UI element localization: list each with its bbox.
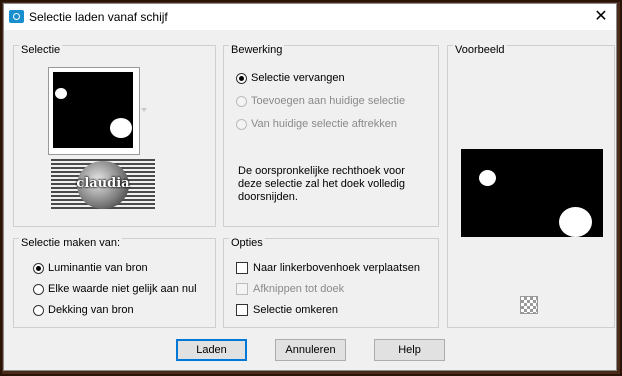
voorbeeld-group-label: Voorbeeld xyxy=(453,44,507,56)
radio-luminantie-label: Luminantie van bron xyxy=(48,262,148,274)
opties-group-label: Opties xyxy=(229,237,265,249)
selectie-group-label: Selectie xyxy=(19,44,63,56)
title-bar: Selectie laden vanaf schijf ✕ xyxy=(4,4,616,30)
selectie-maken-group: Selectie maken van: Luminantie van bron … xyxy=(13,237,216,328)
preview-dot-small xyxy=(479,170,496,186)
radio-elke-waarde-circle[interactable] xyxy=(33,283,44,295)
bewerking-group-label: Bewerking xyxy=(229,44,285,56)
help-button[interactable]: Help xyxy=(374,339,445,361)
radio-dekking-circle[interactable] xyxy=(33,304,44,316)
radio-luminantie[interactable]: Luminantie van bron xyxy=(33,260,148,276)
close-button[interactable]: ✕ xyxy=(586,4,616,30)
thumbnail-dropdown-arrow-icon[interactable] xyxy=(141,108,147,112)
radio-dekking[interactable]: Dekking van bron xyxy=(33,302,134,318)
description-line-1: De oorspronkelijke rechthoek voor xyxy=(238,165,405,177)
radio-aftrekken-label: Van huidige selectie aftrekken xyxy=(251,118,397,130)
check-omkeren-label: Selectie omkeren xyxy=(253,304,338,316)
preview-canvas xyxy=(461,149,603,237)
opties-group: Opties Naar linkerbovenhoek verplaatsen … xyxy=(223,237,439,328)
description-line-3: doorsnijden. xyxy=(238,191,298,203)
radio-vervangen-label: Selectie vervangen xyxy=(251,72,345,84)
check-omkeren[interactable]: Selectie omkeren xyxy=(236,302,338,318)
voorbeeld-group: Voorbeeld xyxy=(447,44,615,328)
radio-dekking-label: Dekking van bron xyxy=(48,304,134,316)
check-linkerbovenhoek-label: Naar linkerbovenhoek verplaatsen xyxy=(253,262,420,274)
watermark-thumbnail: claudia xyxy=(51,159,155,211)
check-afknippen-box xyxy=(236,283,248,295)
radio-toevoegen-circle xyxy=(236,95,247,107)
radio-vervangen-circle[interactable] xyxy=(236,72,247,84)
thumbnail-dot-large xyxy=(110,118,132,138)
check-afknippen-label: Afknippen tot doek xyxy=(253,283,345,295)
radio-aftrekken-circle xyxy=(236,118,247,130)
selectie-group: Selectie claudia xyxy=(13,44,216,227)
bewerking-group: Bewerking Selectie vervangen Toevoegen a… xyxy=(223,44,439,227)
transparency-toggle-icon[interactable] xyxy=(520,296,538,314)
radio-elke-waarde-label: Elke waarde niet gelijk aan nul xyxy=(48,283,197,295)
watermark-text: claudia xyxy=(76,176,130,191)
selection-thumbnail[interactable] xyxy=(48,67,140,155)
dialog-window: Selectie laden vanaf schijf ✕ Selectie c… xyxy=(3,3,617,371)
load-button[interactable]: Laden xyxy=(176,339,247,361)
window-title: Selectie laden vanaf schijf xyxy=(29,10,168,24)
radio-luminantie-circle[interactable] xyxy=(33,262,44,274)
bewerking-description: De oorspronkelijke rechthoek voor deze s… xyxy=(238,165,405,204)
radio-toevoegen-label: Toevoegen aan huidige selectie xyxy=(251,95,406,107)
radio-aftrekken: Van huidige selectie aftrekken xyxy=(236,116,397,132)
selectie-maken-label: Selectie maken van: xyxy=(19,237,123,249)
app-icon xyxy=(9,10,24,23)
radio-vervangen[interactable]: Selectie vervangen xyxy=(236,70,345,86)
check-afknippen: Afknippen tot doek xyxy=(236,281,344,297)
check-linkerbovenhoek[interactable]: Naar linkerbovenhoek verplaatsen xyxy=(236,260,420,276)
check-omkeren-box[interactable] xyxy=(236,304,248,316)
radio-toevoegen: Toevoegen aan huidige selectie xyxy=(236,93,405,109)
description-line-2: deze selectie zal het doek volledig xyxy=(238,178,405,190)
radio-elke-waarde[interactable]: Elke waarde niet gelijk aan nul xyxy=(33,281,197,297)
preview-dot-large xyxy=(559,207,592,237)
thumbnail-preview xyxy=(53,72,133,148)
thumbnail-dot-small xyxy=(55,88,67,99)
check-linkerbovenhoek-box[interactable] xyxy=(236,262,248,274)
cancel-button[interactable]: Annuleren xyxy=(275,339,346,361)
